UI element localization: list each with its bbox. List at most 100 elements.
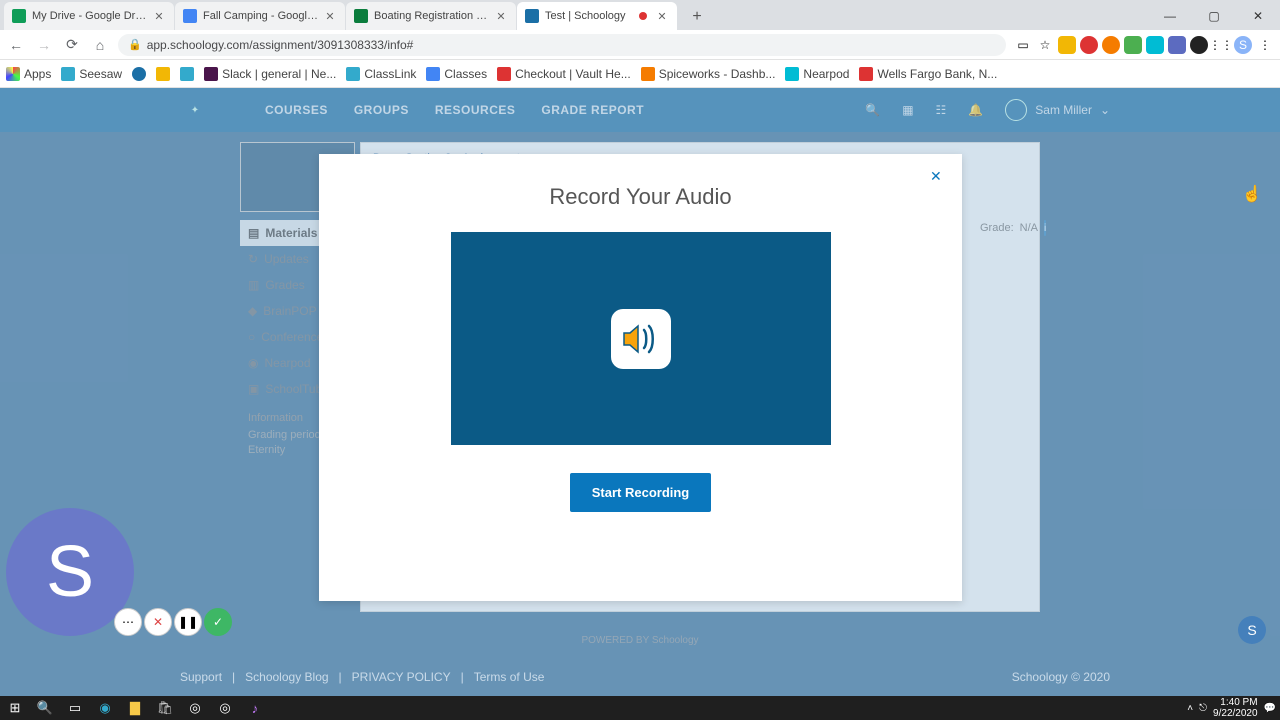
username: Sam Miller: [1035, 103, 1092, 117]
url-text: app.schoology.com/assignment/3091308333/…: [147, 38, 414, 52]
forward-button[interactable]: →: [34, 35, 54, 55]
speaker-icon: [611, 309, 671, 369]
task-view[interactable]: ▭: [60, 696, 90, 720]
profile-icon[interactable]: S: [1234, 36, 1252, 54]
powered-by: POWERED BY Schoology: [0, 635, 1280, 646]
tab-label: My Drive - Google Drive: [32, 10, 148, 22]
nav-groups[interactable]: GROUPS: [354, 103, 409, 117]
bookmarks-bar: Apps Seesaw Slack | general | Ne... Clas…: [0, 60, 1280, 88]
recorder-controls: ⋯ ✕ ❚❚ ✓: [114, 608, 232, 636]
stop-button[interactable]: ✕: [144, 608, 172, 636]
minimize-button[interactable]: —: [1148, 2, 1192, 30]
ext-icon[interactable]: [1146, 36, 1164, 54]
apps-button[interactable]: Apps: [6, 67, 51, 81]
bookmark[interactable]: Classes: [426, 67, 487, 81]
ext-icon[interactable]: [1168, 36, 1186, 54]
tab-label: Fall Camping - Google Docs: [203, 10, 319, 22]
close-icon[interactable]: ✕: [655, 9, 669, 23]
chrome-canary-icon[interactable]: ◎: [210, 696, 240, 720]
nav-grade-report[interactable]: GRADE REPORT: [541, 103, 644, 117]
tab-label: Boating Registration - DNREC A...: [374, 10, 490, 22]
pause-button[interactable]: ❚❚: [174, 608, 202, 636]
reload-button[interactable]: ⟳: [62, 35, 82, 55]
bookmark[interactable]: [156, 67, 170, 81]
footer-privacy[interactable]: PRIVACY POLICY: [352, 670, 451, 684]
extensions-icon[interactable]: ⋮⋮: [1212, 36, 1230, 54]
bookmark[interactable]: [132, 67, 146, 81]
tab-dnrec[interactable]: Boating Registration - DNREC A... ✕: [346, 2, 516, 30]
back-button[interactable]: ←: [6, 35, 26, 55]
recording-icon: [639, 12, 647, 20]
bookmark[interactable]: Wells Fargo Bank, N...: [859, 67, 997, 81]
bookmark[interactable]: [180, 67, 194, 81]
ext-icon[interactable]: [1058, 36, 1076, 54]
start-button[interactable]: ⊞: [0, 696, 30, 720]
nav-resources[interactable]: RESOURCES: [435, 103, 516, 117]
window-close-button[interactable]: ✕: [1236, 2, 1280, 30]
tab-drive[interactable]: My Drive - Google Drive ✕: [4, 2, 174, 30]
tab-label: Test | Schoology: [545, 10, 639, 22]
menu-icon[interactable]: ⋮: [1256, 36, 1274, 54]
site-logo[interactable]: ✦: [165, 95, 225, 125]
info-icon[interactable]: i: [1044, 220, 1046, 236]
store-icon[interactable]: 🛍: [150, 696, 180, 720]
footer-support[interactable]: Support: [180, 670, 222, 684]
maximize-button[interactable]: ▢: [1192, 2, 1236, 30]
bookmark[interactable]: Slack | general | Ne...: [204, 67, 336, 81]
site-topnav: ✦ COURSES GROUPS RESOURCES GRADE REPORT …: [0, 88, 1280, 132]
ext-icon[interactable]: [1190, 36, 1208, 54]
modal-close-button[interactable]: ✕: [930, 168, 948, 186]
tab-schoology[interactable]: Test | Schoology ✕: [517, 2, 677, 30]
browser-tab-strip: My Drive - Google Drive ✕ Fall Camping -…: [0, 0, 1280, 30]
star-icon[interactable]: ☆: [1036, 36, 1054, 54]
audio-preview-box: [451, 232, 831, 445]
close-icon[interactable]: ✕: [152, 9, 166, 23]
footer-terms[interactable]: Terms of Use: [474, 670, 545, 684]
taskbar-search[interactable]: 🔍: [30, 696, 60, 720]
itunes-icon[interactable]: ♪: [240, 696, 270, 720]
close-icon[interactable]: ✕: [323, 9, 337, 23]
bookmark[interactable]: Spiceworks - Dashb...: [641, 67, 776, 81]
windows-taskbar: ⊞ 🔍 ▭ ◉ ▇ 🛍 ◎ ◎ ♪ ˄ ⎋ 1:40 PM 9/22/2020 …: [0, 696, 1280, 720]
tray-chevron-icon[interactable]: ˄: [1187, 703, 1193, 714]
lock-icon: 🔒: [128, 38, 142, 51]
bell-icon[interactable]: 🔔: [968, 103, 983, 117]
address-bar: ← → ⟳ ⌂ 🔒 app.schoology.com/assignment/3…: [0, 30, 1280, 60]
page-content: ✦ COURSES GROUPS RESOURCES GRADE REPORT …: [0, 88, 1280, 696]
home-button[interactable]: ⌂: [90, 35, 110, 55]
footer-blog[interactable]: Schoology Blog: [245, 670, 328, 684]
grade-display: Grade:N/A i: [980, 220, 1040, 236]
explorer-icon[interactable]: ▇: [120, 696, 150, 720]
side-badge[interactable]: S: [1238, 616, 1266, 644]
system-clock[interactable]: 1:40 PM 9/22/2020: [1213, 697, 1258, 719]
chevron-down-icon: ⌄: [1100, 103, 1110, 117]
ext-icon[interactable]: [1124, 36, 1142, 54]
apps-grid-icon[interactable]: ▦: [902, 103, 913, 117]
bookmark[interactable]: ClassLink: [346, 67, 416, 81]
cursor-icon: ☝: [1242, 184, 1262, 204]
start-recording-button[interactable]: Start Recording: [570, 473, 712, 512]
cast-icon[interactable]: ▭: [1014, 36, 1032, 54]
url-field[interactable]: 🔒 app.schoology.com/assignment/309130833…: [118, 34, 1006, 56]
confirm-button[interactable]: ✓: [204, 608, 232, 636]
nav-courses[interactable]: COURSES: [265, 103, 328, 117]
modal-title: Record Your Audio: [319, 184, 962, 210]
ext-icon[interactable]: [1080, 36, 1098, 54]
footer-copyright: Schoology © 2020: [1012, 670, 1110, 684]
ext-icon[interactable]: [1102, 36, 1120, 54]
tab-docs[interactable]: Fall Camping - Google Docs ✕: [175, 2, 345, 30]
chrome-icon[interactable]: ◎: [180, 696, 210, 720]
bookmark[interactable]: Checkout | Vault He...: [497, 67, 631, 81]
edge-icon[interactable]: ◉: [90, 696, 120, 720]
search-icon[interactable]: 🔍: [865, 103, 880, 117]
bookmark[interactable]: Nearpod: [785, 67, 849, 81]
more-button[interactable]: ⋯: [114, 608, 142, 636]
calendar-icon[interactable]: ☷: [936, 103, 947, 117]
avatar: [1005, 99, 1027, 121]
user-menu[interactable]: Sam Miller ⌄: [1005, 99, 1110, 121]
bookmark[interactable]: Seesaw: [61, 67, 122, 81]
close-icon[interactable]: ✕: [494, 9, 508, 23]
tray-icon[interactable]: ⎋: [1199, 703, 1207, 714]
new-tab-button[interactable]: +: [684, 4, 710, 30]
notifications-icon[interactable]: 💬: [1264, 703, 1276, 714]
